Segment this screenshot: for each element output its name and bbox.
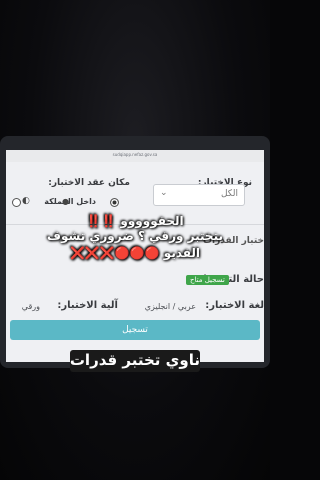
location-option-inside: داخل المملكة xyxy=(44,197,96,206)
location-icon: ● xyxy=(62,197,69,206)
video-frame: sudqiapp.nefaz.gov.sa نوع الاختبار: الكل… xyxy=(0,0,270,480)
overlay-line-1: الحقووووو ‼️‼️ xyxy=(86,214,184,228)
exam-language-label: لغة الاختبار: xyxy=(205,300,264,311)
exam-language-value: عربي / انجليزي xyxy=(144,302,196,311)
globe-icon: ◐ xyxy=(22,196,30,206)
chevron-down-icon: ⌄ xyxy=(160,188,168,198)
overlay-line-3: الفديو 🔴🔴🔴❌❌❌ xyxy=(69,246,201,260)
status-badge: تسجيل متاح xyxy=(186,275,229,285)
exam-location-label: مكان عقد الاختبار: xyxy=(48,178,130,188)
url-text: sudqiapp.nefaz.gov.sa xyxy=(112,152,158,157)
register-button[interactable]: تسجيل xyxy=(10,320,260,340)
location-radio-inside[interactable] xyxy=(110,198,119,207)
overlay-line-2: بتختبر ورقي ؟ ضروري تشوف xyxy=(47,229,223,243)
exam-mechanism-label: آلية الاختبار: xyxy=(57,300,118,311)
exam-type-value: الكل xyxy=(220,189,238,199)
exam-mechanism-value: ورقي xyxy=(21,302,40,311)
exam-form: نوع الاختبار: الكل ⌄ مكان عقد الاختبار: … xyxy=(6,162,264,362)
location-radio-outside[interactable] xyxy=(12,198,21,207)
video-caption: ناوي تختبر قدرات xyxy=(69,351,200,369)
exam-type-select[interactable]: الكل ⌄ xyxy=(153,184,245,206)
